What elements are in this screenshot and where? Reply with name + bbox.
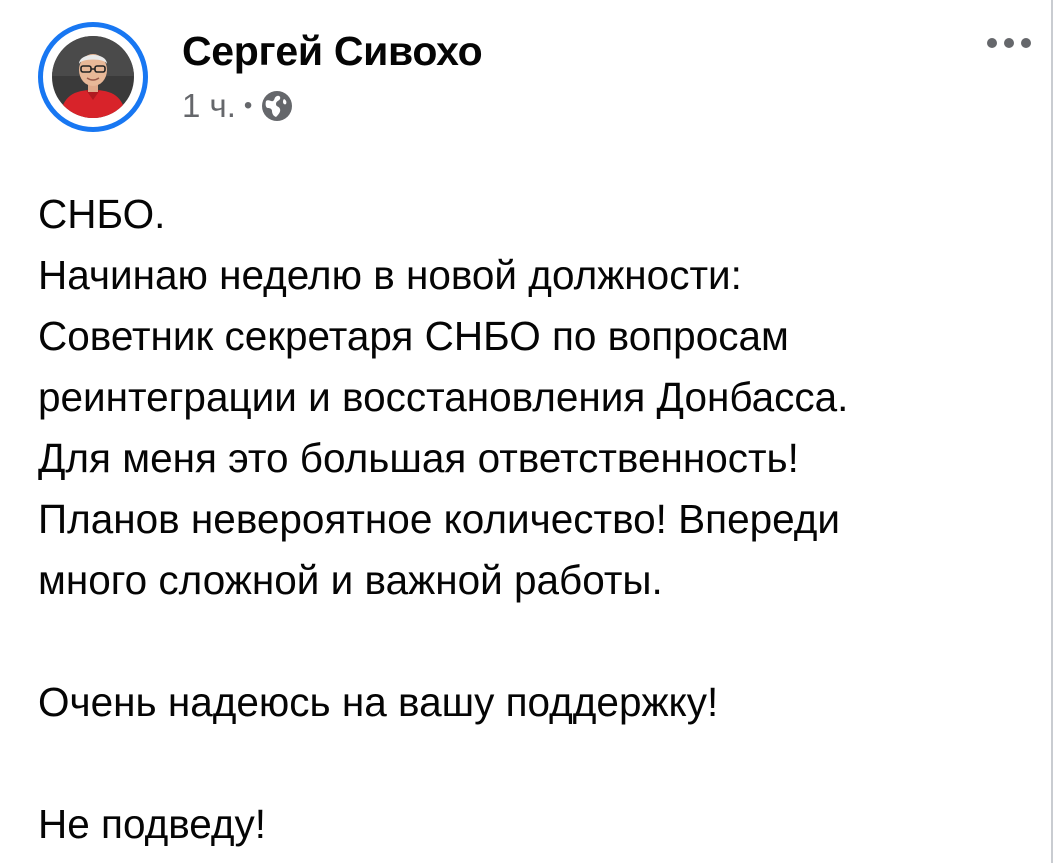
author-name[interactable]: Сергей Сивохо <box>182 28 483 75</box>
post-line: Советник секретаря СНБО по вопросам <box>38 313 789 359</box>
post-line: реинтеграции и восстановления Донбасса. <box>38 374 849 420</box>
more-dots-icon <box>987 38 1031 48</box>
post-line: Планов невероятное количество! Впереди <box>38 496 841 542</box>
post-header: Сергей Сивохо 1 ч. • <box>38 20 1038 140</box>
post-line: Не подведу! <box>38 801 267 847</box>
avatar[interactable] <box>52 36 134 118</box>
avatar-photo <box>52 36 134 118</box>
avatar-story-ring[interactable] <box>38 22 148 132</box>
post-timestamp[interactable]: 1 ч. <box>182 87 236 125</box>
post-line: много сложной и важной работы. <box>38 557 663 603</box>
meta-separator: • <box>243 92 253 119</box>
post-line: Очень надеюсь на вашу поддержку! <box>38 679 719 725</box>
post-meta: 1 ч. • <box>182 86 294 126</box>
post-line: Начинаю неделю в новой должности: <box>38 252 742 298</box>
post-text: СНБО. Начинаю неделю в новой должности: … <box>38 184 1038 855</box>
more-options-button[interactable] <box>980 28 1038 58</box>
globe-icon[interactable] <box>260 89 294 123</box>
post-line: СНБО. <box>38 191 166 237</box>
post-line: Для меня это большая ответственность! <box>38 435 799 481</box>
